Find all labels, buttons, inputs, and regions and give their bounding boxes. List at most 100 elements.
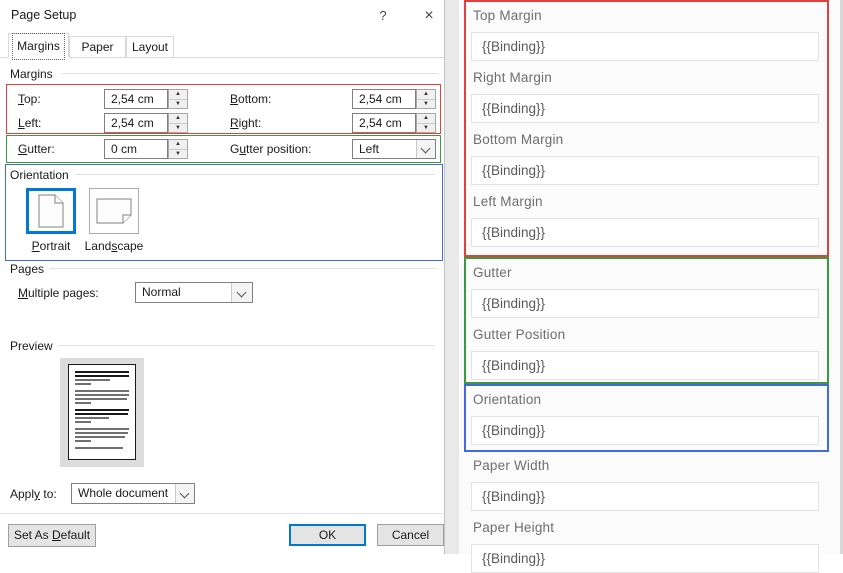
left-margin-input[interactable]: 2,54 cm (104, 113, 168, 133)
preview-text-line (75, 375, 129, 377)
preview-text-line (75, 440, 91, 442)
gutter-input[interactable]: 0 cm (104, 139, 168, 159)
chevron-down-icon (179, 488, 190, 499)
gutter-binding-input[interactable]: {{Binding}} (471, 289, 819, 318)
spin-up-icon[interactable]: ▲ (169, 90, 187, 99)
gutter-position-value: Left (359, 142, 380, 156)
gutter-position-dropdown[interactable]: Left (352, 139, 436, 159)
spin-down-icon[interactable]: ▼ (417, 123, 435, 133)
landscape-option[interactable] (89, 188, 139, 234)
preview-text-line (75, 436, 126, 438)
gutter-field-label: Gutter (473, 265, 512, 280)
top-margin-binding-input[interactable]: {{Binding}} (471, 32, 819, 61)
spin-up-icon[interactable]: ▲ (417, 90, 435, 99)
bottom-margin-field-label: Bottom Margin (473, 132, 564, 147)
bottom-label: Bottom: (230, 92, 272, 106)
tab-margins-label: Margins (12, 33, 65, 60)
bottom-margin-input[interactable]: 2,54 cm (352, 89, 416, 109)
preview-text-line (75, 398, 127, 400)
multiple-pages-label: Multiple pages: (18, 286, 99, 300)
right-margin-spinner[interactable]: ▲ ▼ (416, 113, 436, 133)
preview-text-line (75, 394, 129, 396)
left-margin-spinner[interactable]: ▲ ▼ (168, 113, 188, 133)
preview-text-line (75, 432, 128, 434)
preview-group-label: Preview (10, 339, 53, 353)
orientation-group-label: Orientation (10, 168, 69, 182)
preview-lines (75, 371, 135, 449)
multiple-pages-dropdown[interactable]: Normal (135, 282, 253, 303)
margins-group-label: Margins (10, 67, 53, 81)
tab-paper-label: Paper (81, 40, 114, 54)
right-margin-input[interactable]: 2,54 cm (352, 113, 416, 133)
top-margin-spinner[interactable]: ▲ ▼ (168, 89, 188, 109)
panel-section-gutter: Gutter {{Binding}} Gutter Position {{Bin… (464, 257, 829, 384)
spin-down-icon[interactable]: ▼ (169, 99, 187, 109)
gutter-position-binding-input[interactable]: {{Binding}} (471, 351, 819, 380)
preview-area (60, 358, 144, 467)
preview-text-line (75, 383, 91, 385)
portrait-label: Portrait (31, 239, 71, 253)
preview-text-line (75, 447, 123, 449)
left-margin-field-label: Left Margin (473, 194, 543, 209)
left-label: Left: (18, 116, 42, 130)
bottom-margin-spinner[interactable]: ▲ ▼ (416, 89, 436, 109)
panel-section-orientation: Orientation {{Binding}} (464, 384, 829, 452)
help-icon[interactable]: ? (368, 4, 398, 28)
preview-text-line (75, 428, 129, 430)
paper-width-binding-input[interactable]: {{Binding}} (471, 482, 819, 511)
dropdown-button[interactable] (416, 140, 435, 158)
left-margin-binding-input[interactable]: {{Binding}} (471, 218, 819, 247)
close-icon[interactable]: × (414, 4, 444, 28)
paper-width-field-label: Paper Width (473, 458, 550, 473)
apply-to-label: Apply to: (10, 487, 57, 501)
paper-height-field-label: Paper Height (473, 520, 555, 535)
spin-up-icon[interactable]: ▲ (169, 140, 187, 149)
preview-text-line (75, 413, 128, 415)
cancel-button[interactable]: Cancel (377, 524, 444, 546)
spin-down-icon[interactable]: ▼ (417, 99, 435, 109)
preview-text-line (75, 409, 129, 411)
landscape-label: Landscape (84, 239, 144, 253)
dropdown-button[interactable] (175, 484, 194, 503)
set-as-default-button[interactable]: Set As Default (8, 524, 96, 547)
gutter-position-field-label: Gutter Position (473, 327, 566, 342)
pages-group-label: Pages (10, 262, 45, 276)
tab-margins[interactable]: Margins (8, 33, 69, 60)
footer-divider (0, 513, 444, 514)
bottom-margin-binding-input[interactable]: {{Binding}} (471, 156, 819, 185)
orientation-field-label: Orientation (473, 392, 542, 407)
preview-text-line (75, 379, 110, 381)
dropdown-button[interactable] (231, 283, 252, 302)
spin-down-icon[interactable]: ▼ (169, 123, 187, 133)
ok-button[interactable]: OK (289, 524, 366, 546)
right-margin-field-label: Right Margin (473, 70, 552, 85)
orientation-binding-input[interactable]: {{Binding}} (471, 416, 819, 445)
portrait-option[interactable] (26, 188, 76, 234)
chevron-down-icon (420, 143, 431, 154)
paper-height-binding-input[interactable]: {{Binding}} (471, 544, 819, 573)
preview-text-line (75, 417, 109, 419)
preview-page (68, 364, 136, 460)
top-label: Top: (18, 92, 41, 106)
window-gap (445, 0, 459, 554)
top-margin-input[interactable]: 2,54 cm (104, 89, 168, 109)
tab-paper[interactable]: Paper (69, 36, 126, 58)
tab-layout-label: Layout (131, 40, 169, 54)
preview-text-line (75, 402, 91, 404)
dialog-title: Page Setup (11, 8, 77, 22)
pages-group-line (50, 268, 435, 269)
spin-up-icon[interactable]: ▲ (169, 114, 187, 123)
gutter-position-label: Gutter position: (230, 142, 312, 156)
preview-text-line (75, 421, 91, 423)
right-margin-binding-input[interactable]: {{Binding}} (471, 94, 819, 123)
gutter-label: Gutter: (18, 142, 55, 156)
multiple-pages-value: Normal (142, 285, 181, 299)
landscape-page-icon (96, 198, 132, 224)
preview-text-line (75, 390, 129, 392)
orientation-group-line (75, 174, 435, 175)
gutter-spinner[interactable]: ▲ ▼ (168, 139, 188, 159)
spin-up-icon[interactable]: ▲ (417, 114, 435, 123)
tab-layout[interactable]: Layout (126, 36, 174, 58)
apply-to-dropdown[interactable]: Whole document (71, 483, 195, 504)
spin-down-icon[interactable]: ▼ (169, 149, 187, 159)
